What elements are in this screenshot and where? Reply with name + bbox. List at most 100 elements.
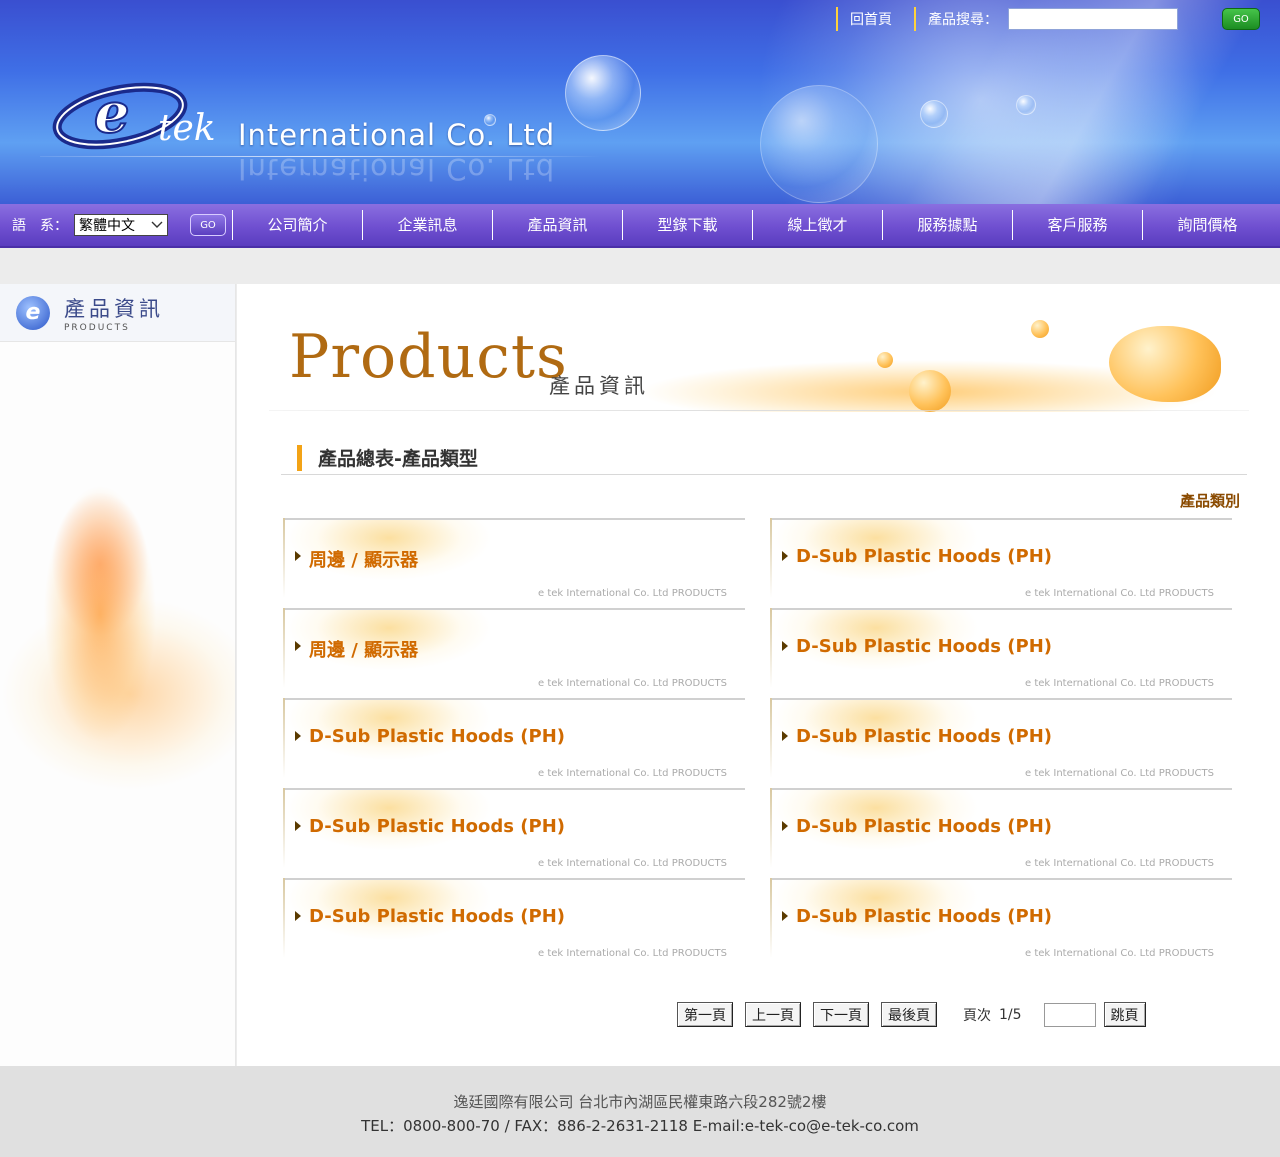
arrow-right-icon [782,731,788,741]
pagination: 第一頁 上一頁 下一頁 最後頁 頁次 1/5 跳頁 [677,1002,1158,1027]
card-left-border [770,788,772,868]
svg-text:tek: tek [158,108,216,149]
nav-item-products[interactable]: 產品資訊 [492,210,622,240]
company-name: International Co. Ltd [238,118,556,152]
footer-contact: TEL：0800-800-70 / FAX：886-2-2631-2118 E-… [361,1117,919,1135]
product-card[interactable]: 周邊 / 顯示器 e tek International Co. Ltd PRO… [279,518,745,600]
product-card[interactable]: D-Sub Plastic Hoods (PH) e tek Internati… [766,878,1232,960]
product-card-footer: e tek International Co. Ltd PRODUCTS [538,948,727,959]
jump-page-input[interactable] [1043,1002,1096,1027]
product-card[interactable]: D-Sub Plastic Hoods (PH) e tek Internati… [279,878,745,960]
product-card-title[interactable]: D-Sub Plastic Hoods (PH) [796,726,1052,747]
card-top-border [285,878,745,880]
product-card[interactable]: D-Sub Plastic Hoods (PH) e tek Internati… [279,788,745,870]
nav-item-pricing[interactable]: 詢問價格 [1142,210,1272,240]
product-card-title[interactable]: D-Sub Plastic Hoods (PH) [796,906,1052,927]
product-card[interactable]: D-Sub Plastic Hoods (PH) e tek Internati… [279,698,745,780]
nav-item-about[interactable]: 公司簡介 [232,210,362,240]
section-heading: 產品總表-產品類型 [297,444,478,471]
product-card-title[interactable]: D-Sub Plastic Hoods (PH) [309,726,565,747]
card-top-border [772,788,1232,790]
nav-item-news[interactable]: 企業訊息 [362,210,492,240]
product-card-footer: e tek International Co. Ltd PRODUCTS [1025,768,1214,779]
ball-decoration [877,352,893,368]
bubble-decoration [760,85,878,203]
arrow-right-icon [295,821,301,831]
language-selected-value: 繁體中文 [79,218,135,234]
product-card-footer: e tek International Co. Ltd PRODUCTS [1025,588,1214,599]
main-content: Products 產品資訊 產品總表-產品類型 產品類別 周邊 / 顯示器 e … [237,284,1280,1066]
footer-address: 逸廷國際有限公司 台北市內湖區民權東路六段282號2樓 [453,1093,827,1111]
product-card[interactable]: D-Sub Plastic Hoods (PH) e tek Internati… [766,608,1232,690]
product-card-title[interactable]: D-Sub Plastic Hoods (PH) [796,636,1052,657]
nav-item-careers[interactable]: 線上徵才 [752,210,882,240]
sidebar-header: e 產品資訊 PRODUCTS [0,284,235,342]
next-page-button[interactable]: 下一頁 [813,1002,869,1027]
language-select[interactable]: 繁體中文 [74,214,168,236]
product-card-footer: e tek International Co. Ltd PRODUCTS [538,858,727,869]
arrow-right-icon [295,731,301,741]
banner-subtitle: 產品資訊 [549,374,649,398]
product-card-footer: e tek International Co. Ltd PRODUCTS [1025,858,1214,869]
card-left-border [283,788,285,868]
prev-page-button[interactable]: 上一頁 [745,1002,801,1027]
arrow-right-icon [782,641,788,651]
product-card-title[interactable]: D-Sub Plastic Hoods (PH) [796,546,1052,567]
product-card-footer: e tek International Co. Ltd PRODUCTS [538,588,727,599]
ball-decoration [1031,320,1049,338]
top-links: 回首頁 產品搜尋： GO [836,6,1280,32]
sidebar-title-zh: 產品資訊 [64,296,164,321]
card-top-border [285,518,745,520]
nav-items: 公司簡介 企業訊息 產品資訊 型錄下載 線上徵才 服務據點 客戶服務 詢問價格 [232,203,1272,247]
card-top-border [772,878,1232,880]
language-label: 語 系： [12,218,68,234]
product-card-title[interactable]: D-Sub Plastic Hoods (PH) [796,816,1052,837]
sidebar: e 產品資訊 PRODUCTS [0,284,236,1066]
divider [914,7,916,31]
site-header: e tek International Co. Ltd Internationa… [0,0,1280,204]
last-page-button[interactable]: 最後頁 [881,1002,937,1027]
e-logo-icon: e [16,295,50,330]
bubble-decoration [565,55,641,131]
jump-page-button[interactable]: 跳頁 [1103,1002,1146,1027]
page-indicator: 1/5 [999,1006,1022,1023]
banner-baseline [269,410,1249,411]
language-go-button[interactable]: GO [190,214,226,236]
section-divider [281,474,1247,475]
card-top-border [772,698,1232,700]
product-card-title[interactable]: 周邊 / 顯示器 [309,546,418,572]
card-left-border [283,878,285,958]
etek-logo[interactable]: e tek [50,68,240,158]
product-search-input[interactable] [1008,8,1178,30]
product-card[interactable]: 周邊 / 顯示器 e tek International Co. Ltd PRO… [279,608,745,690]
product-card[interactable]: D-Sub Plastic Hoods (PH) e tek Internati… [766,788,1232,870]
card-top-border [285,788,745,790]
chevron-down-icon [151,221,163,228]
product-card[interactable]: D-Sub Plastic Hoods (PH) e tek Internati… [766,698,1232,780]
product-search-label: 產品搜尋： [928,12,998,28]
nav-item-support[interactable]: 客戶服務 [1012,210,1142,240]
arrow-right-icon [782,551,788,561]
product-card[interactable]: D-Sub Plastic Hoods (PH) e tek Internati… [766,518,1232,600]
spacer-band [0,250,1280,284]
company-name-reflection: International Co. Ltd [238,152,556,186]
product-card-title[interactable]: 周邊 / 顯示器 [309,636,418,662]
home-link[interactable]: 回首頁 [850,9,892,29]
product-card-title[interactable]: D-Sub Plastic Hoods (PH) [309,906,565,927]
arrow-right-icon [295,911,301,921]
nav-item-locations[interactable]: 服務據點 [882,210,1012,240]
first-page-button[interactable]: 第一頁 [677,1002,733,1027]
product-card-footer: e tek International Co. Ltd PRODUCTS [538,768,727,779]
card-left-border [770,698,772,778]
nav-item-catalog[interactable]: 型錄下載 [622,210,752,240]
search-go-button[interactable]: GO [1222,8,1260,30]
product-card-title[interactable]: D-Sub Plastic Hoods (PH) [309,816,565,837]
arrow-right-icon [295,641,301,651]
ball-decoration [909,370,951,412]
bubble-decoration [1016,95,1036,115]
arrow-right-icon [295,551,301,561]
page-label: 頁次 [963,1007,991,1024]
sidebar-title: 產品資訊 PRODUCTS [64,293,164,333]
card-top-border [772,608,1232,610]
section-title: 產品總表-產品類型 [318,448,478,470]
